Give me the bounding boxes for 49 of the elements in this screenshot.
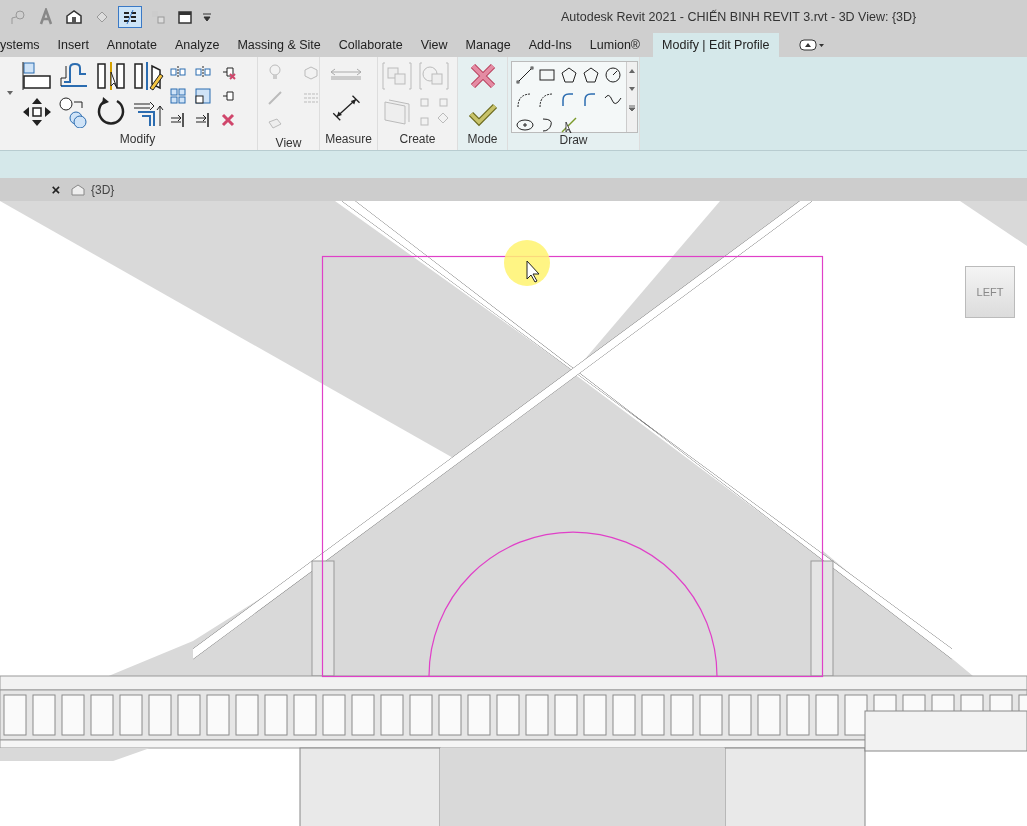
customize-caret-icon[interactable] bbox=[202, 11, 212, 22]
ribbon-tab[interactable]: ystems bbox=[0, 33, 49, 57]
unpin-tool-icon[interactable] bbox=[220, 64, 236, 80]
panel-label: Measure bbox=[324, 132, 373, 148]
ribbon-tab[interactable]: Collaborate bbox=[329, 33, 412, 57]
polygon-c-tool-icon[interactable] bbox=[581, 65, 601, 85]
copy-tool-icon[interactable] bbox=[58, 96, 90, 128]
ribbon-tab[interactable]: Modify | Edit Profile bbox=[653, 33, 779, 57]
panel-label: Modify bbox=[118, 132, 157, 148]
delete-tool-icon[interactable] bbox=[220, 112, 236, 128]
pick-tool-icon[interactable] bbox=[559, 115, 579, 135]
house-icon bbox=[71, 182, 85, 197]
window-title: Autodesk Revit 2021 - CHIẾN BINH REVIT 3.rvt - 3D View: {3D} bbox=[561, 9, 917, 24]
cursor-icon bbox=[526, 260, 540, 283]
cursor-highlight bbox=[504, 240, 550, 286]
trim-multi-tool-icon[interactable] bbox=[170, 112, 186, 128]
ribbon-tab[interactable]: Analyze bbox=[165, 33, 229, 57]
rotate-tool-icon[interactable] bbox=[95, 96, 127, 128]
array-tool-icon[interactable] bbox=[170, 88, 186, 104]
panel-label: Draw bbox=[558, 133, 589, 149]
align-tool-icon[interactable] bbox=[21, 60, 53, 92]
ribbon-tab[interactable]: Massing & Site bbox=[228, 33, 330, 57]
pin-tool-icon[interactable] bbox=[220, 88, 236, 104]
ribbon-tab[interactable]: Annotate bbox=[97, 33, 166, 57]
line-tool-icon[interactable] bbox=[515, 65, 535, 85]
circle-tool-icon[interactable] bbox=[603, 65, 623, 85]
gallery-scrollbar[interactable] bbox=[626, 62, 637, 132]
move-tool-icon[interactable] bbox=[21, 96, 53, 128]
dropdown-caret-icon[interactable] bbox=[7, 91, 13, 95]
mirror-draw-tool-icon[interactable] bbox=[132, 60, 164, 92]
ribbon-tab[interactable]: Manage bbox=[456, 33, 520, 57]
polygon-tool-icon[interactable] bbox=[559, 65, 579, 85]
split-gap-tool-icon[interactable] bbox=[195, 64, 211, 80]
close-view-button[interactable]: × bbox=[49, 182, 63, 197]
ribbon-tab[interactable]: Insert bbox=[48, 33, 98, 57]
view-tab-label: {3D} bbox=[91, 182, 115, 197]
document-tab[interactable]: {3D} bbox=[71, 182, 115, 197]
ribbon-tab[interactable]: Lumion® bbox=[580, 33, 650, 57]
ribbon-tab[interactable]: Add-Ins bbox=[519, 33, 581, 57]
panel-label: Mode bbox=[466, 132, 499, 148]
quick-access-icon[interactable] bbox=[118, 5, 142, 28]
panel-label: View bbox=[274, 136, 303, 150]
ribbon-tab[interactable]: View bbox=[411, 33, 457, 57]
extend-tool-icon[interactable] bbox=[195, 112, 211, 128]
split-tool-icon[interactable] bbox=[170, 64, 186, 80]
mirror-pick-tool-icon[interactable] bbox=[95, 60, 127, 92]
scale-tool-icon[interactable] bbox=[195, 88, 211, 104]
ribbon-display-toggle-icon[interactable] bbox=[798, 39, 825, 51]
panel-label: Create bbox=[398, 132, 437, 148]
